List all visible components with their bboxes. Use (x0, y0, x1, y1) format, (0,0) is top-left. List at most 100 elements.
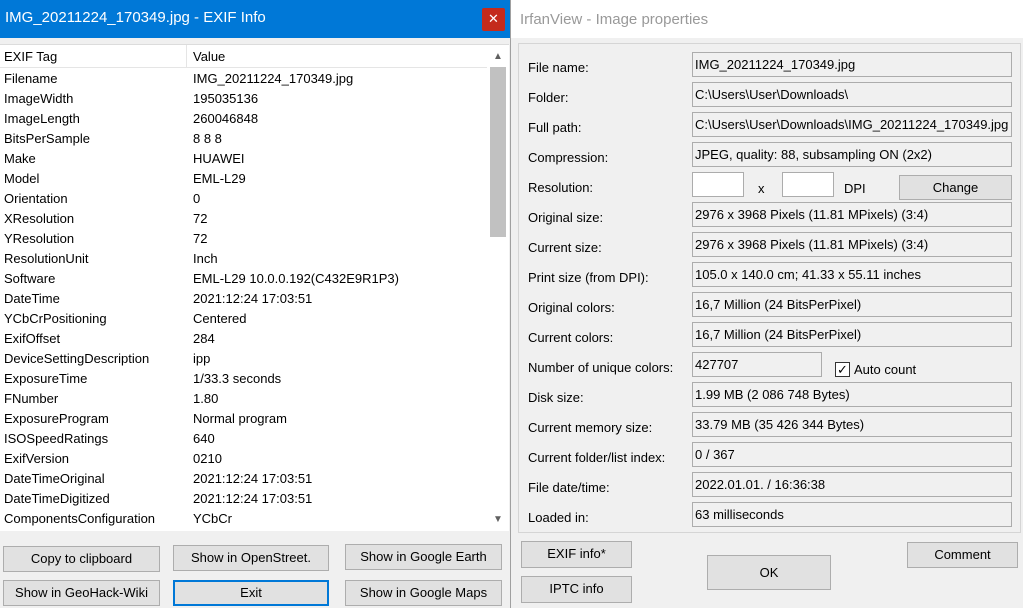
exif-value-cell: 8 8 8 (193, 131, 222, 146)
exif-value-cell: 72 (193, 211, 208, 226)
loaded-in-field[interactable]: 63 milliseconds (692, 502, 1012, 527)
compression-label: Compression: (528, 150, 609, 165)
original-colors-label: Original colors: (528, 300, 615, 315)
exif-tag-cell: DateTimeOriginal (4, 471, 105, 486)
row-current-colors: Current colors: 16,7 Million (24 BitsPer… (519, 322, 1020, 352)
ok-button[interactable]: OK (707, 555, 831, 590)
column-divider[interactable] (186, 45, 187, 67)
file-name-field[interactable]: IMG_20211224_170349.jpg (692, 52, 1012, 77)
table-row[interactable]: ImageLength 260046848 (0, 108, 487, 128)
original-size-field[interactable]: 2976 x 3968 Pixels (11.81 MPixels) (3:4) (692, 202, 1012, 227)
exif-tag-cell: Make (4, 151, 36, 166)
properties-window-title: IrfanView - Image properties (520, 11, 709, 28)
print-size-field[interactable]: 105.0 x 140.0 cm; 41.33 x 55.11 inches (692, 262, 1012, 287)
table-row[interactable]: ImageWidth 195035136 (0, 88, 487, 108)
column-header-value[interactable]: Value (193, 49, 225, 64)
exif-tag-cell: ExifOffset (4, 331, 61, 346)
table-row[interactable]: DateTimeDigitized 2021:12:24 17:03:51 (0, 488, 487, 508)
exif-tag-cell: DateTime (4, 291, 60, 306)
table-row[interactable]: XResolution 72 (0, 208, 487, 228)
full-path-label: Full path: (528, 120, 582, 135)
exif-tag-cell: XResolution (4, 211, 75, 226)
scroll-up-icon[interactable]: ▲ (487, 47, 509, 67)
checkmark-icon: ✓ (837, 362, 848, 377)
exif-tag-cell: ISOSpeedRatings (4, 431, 109, 446)
close-button[interactable]: ✕ (482, 8, 505, 31)
exif-tag-cell: ComponentsConfiguration (4, 511, 156, 526)
exif-tag-cell: DeviceSettingDescription (4, 351, 150, 366)
exif-value-cell: 2021:12:24 17:03:51 (193, 491, 313, 506)
copy-to-clipboard-button[interactable]: Copy to clipboard (3, 546, 160, 572)
change-resolution-button[interactable]: Change (899, 175, 1012, 200)
print-size-label: Print size (from DPI): (528, 270, 649, 285)
table-row[interactable]: ExposureTime 1/33.3 seconds (0, 368, 487, 388)
exif-window-title: IMG_20211224_170349.jpg - EXIF Info (5, 9, 266, 26)
memory-size-field[interactable]: 33.79 MB (35 426 344 Bytes) (692, 412, 1012, 437)
table-row[interactable]: ISOSpeedRatings 640 (0, 428, 487, 448)
table-row[interactable]: DateTime 2021:12:24 17:03:51 (0, 288, 487, 308)
exit-button[interactable]: Exit (173, 580, 329, 606)
exif-value-cell: HUAWEI (193, 151, 245, 166)
scrollbar-thumb[interactable] (490, 67, 506, 237)
show-in-geohack-wiki-button[interactable]: Show in GeoHack-Wiki (3, 580, 160, 606)
folder-index-field[interactable]: 0 / 367 (692, 442, 1012, 467)
file-date-field[interactable]: 2022.01.01. / 16:36:38 (692, 472, 1012, 497)
table-row[interactable]: ComponentsConfiguration YCbCr (0, 508, 487, 528)
table-row[interactable]: ExposureProgram Normal program (0, 408, 487, 428)
table-row[interactable]: Filename IMG_20211224_170349.jpg (0, 68, 487, 88)
row-unique-colors: Number of unique colors: 427707 ✓ Auto c… (519, 352, 1020, 382)
table-row[interactable]: ResolutionUnit Inch (0, 248, 487, 268)
exif-tag-cell: ExposureTime (4, 371, 88, 386)
current-size-field[interactable]: 2976 x 3968 Pixels (11.81 MPixels) (3:4) (692, 232, 1012, 257)
table-row[interactable]: ExifVersion 0210 (0, 448, 487, 468)
table-row[interactable]: YResolution 72 (0, 228, 487, 248)
auto-count-label[interactable]: Auto count (854, 362, 916, 377)
unique-colors-field[interactable]: 427707 (692, 352, 822, 377)
scroll-down-icon[interactable]: ▼ (487, 510, 509, 530)
row-print-size: Print size (from DPI): 105.0 x 140.0 cm;… (519, 262, 1020, 292)
table-row[interactable]: DateTimeOriginal 2021:12:24 17:03:51 (0, 468, 487, 488)
vertical-scrollbar[interactable]: ▲ ▼ (487, 45, 509, 531)
compression-field[interactable]: JPEG, quality: 88, subsampling ON (2x2) (692, 142, 1012, 167)
comment-button[interactable]: Comment (907, 542, 1018, 568)
table-row[interactable]: Model EML-L29 (0, 168, 487, 188)
disk-size-label: Disk size: (528, 390, 584, 405)
table-row[interactable]: Software EML-L29 10.0.0.192(C432E9R1P3) (0, 268, 487, 288)
row-original-size: Original size: 2976 x 3968 Pixels (11.81… (519, 202, 1020, 232)
show-in-openstreet-button[interactable]: Show in OpenStreet. (173, 545, 329, 571)
table-row[interactable]: YCbCrPositioning Centered (0, 308, 487, 328)
table-row[interactable]: DeviceSettingDescription ipp (0, 348, 487, 368)
iptc-info-button[interactable]: IPTC info (521, 576, 632, 603)
row-original-colors: Original colors: 16,7 Million (24 BitsPe… (519, 292, 1020, 322)
folder-field[interactable]: C:\Users\User\Downloads\ (692, 82, 1012, 107)
row-memory-size: Current memory size: 33.79 MB (35 426 34… (519, 412, 1020, 442)
table-row[interactable]: Make HUAWEI (0, 148, 487, 168)
exif-info-button[interactable]: EXIF info* (521, 541, 632, 568)
exif-tag-cell: DateTimeDigitized (4, 491, 110, 506)
exif-tag-list[interactable]: EXIF Tag Value Filename IMG_20211224_1703… (0, 44, 509, 531)
table-row[interactable]: Orientation 0 (0, 188, 487, 208)
loaded-in-label: Loaded in: (528, 510, 589, 525)
show-in-google-earth-button[interactable]: Show in Google Earth (345, 544, 502, 570)
resolution-y-input[interactable] (782, 172, 834, 197)
disk-size-field[interactable]: 1.99 MB (2 086 748 Bytes) (692, 382, 1012, 407)
exif-value-cell: 640 (193, 431, 215, 446)
full-path-field[interactable]: C:\Users\User\Downloads\IMG_20211224_170… (692, 112, 1012, 137)
table-row[interactable]: ExifOffset 284 (0, 328, 487, 348)
resolution-x-input[interactable] (692, 172, 744, 197)
show-in-google-maps-button[interactable]: Show in Google Maps (345, 580, 502, 606)
table-row[interactable]: BitsPerSample 8 8 8 (0, 128, 487, 148)
exif-tag-cell: FNumber (4, 391, 59, 406)
exif-tag-cell: ExifVersion (4, 451, 70, 466)
original-colors-field[interactable]: 16,7 Million (24 BitsPerPixel) (692, 292, 1012, 317)
exif-title-bar: IMG_20211224_170349.jpg - EXIF Info ✕ (0, 0, 510, 38)
close-icon: ✕ (488, 11, 499, 26)
exif-value-cell: EML-L29 10.0.0.192(C432E9R1P3) (193, 271, 399, 286)
auto-count-checkbox[interactable]: ✓ (835, 362, 850, 377)
exif-value-cell: 284 (193, 331, 215, 346)
column-header-tag[interactable]: EXIF Tag (4, 49, 57, 64)
exif-list-header: EXIF Tag Value (0, 45, 487, 68)
current-colors-field[interactable]: 16,7 Million (24 BitsPerPixel) (692, 322, 1012, 347)
table-row[interactable]: FNumber 1.80 (0, 388, 487, 408)
exif-tag-cell: ImageLength (4, 111, 80, 126)
